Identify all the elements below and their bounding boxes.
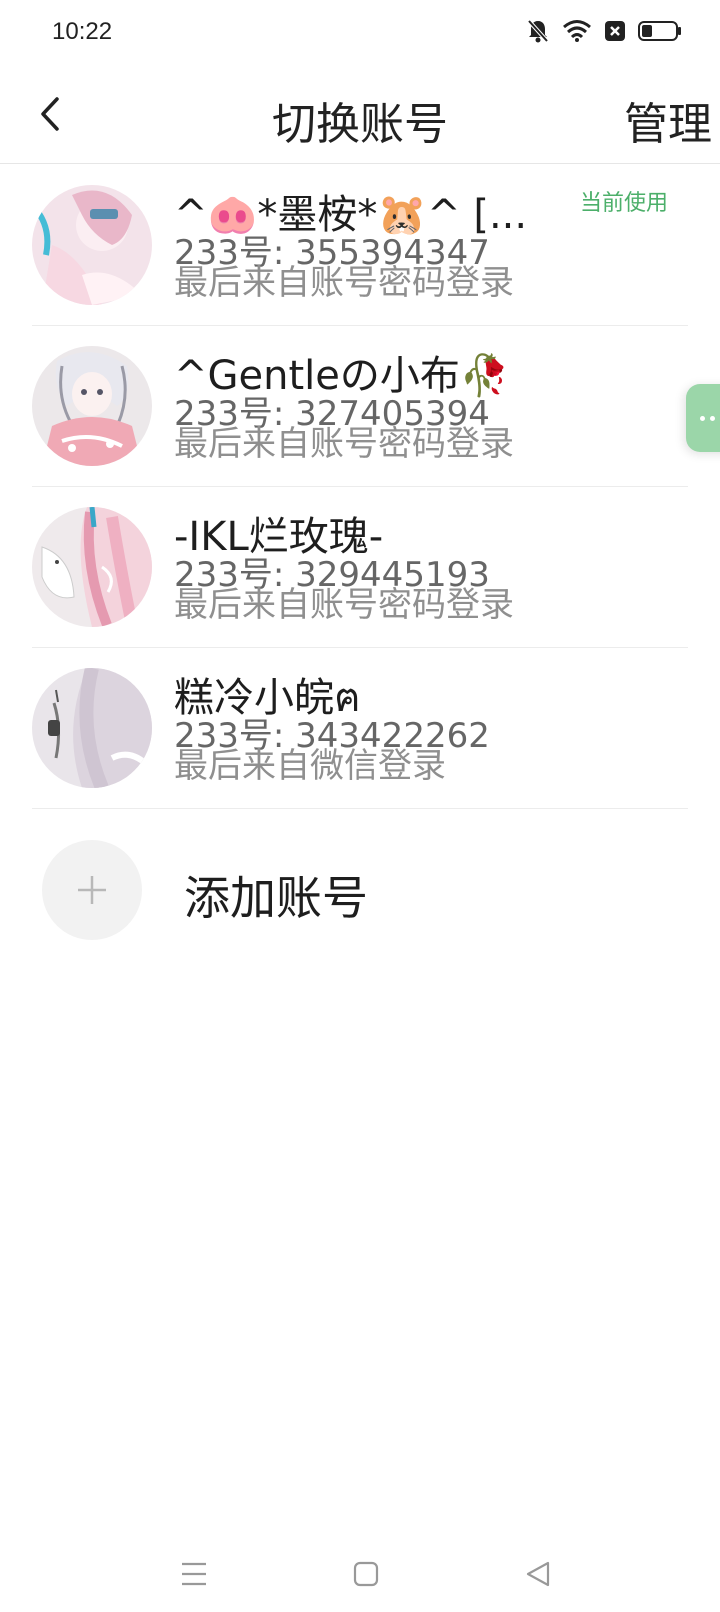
system-nav-bar — [0, 1540, 720, 1612]
account-item[interactable]: ^🐽*墨桉*🐹^ [... 233号: 355394347 最后来自账号密码登录… — [32, 165, 688, 326]
dot-icon — [700, 415, 705, 421]
battery-icon — [638, 21, 681, 41]
account-name: -IKL烂玫瑰- — [174, 514, 384, 560]
back-triangle-icon — [526, 1561, 550, 1587]
floating-assistant-bubble[interactable] — [686, 384, 720, 452]
account-name: ^Gentleの小布🥀 — [174, 353, 510, 399]
wifi-icon — [563, 20, 591, 42]
nav-back-button[interactable] — [518, 1554, 558, 1594]
account-login-source: 最后来自账号密码登录 — [174, 585, 514, 625]
add-account-label: 添加账号 — [184, 871, 368, 925]
notification-x-icon — [605, 21, 625, 41]
status-time: 10:22 — [52, 18, 113, 45]
add-account-button[interactable]: 添加账号 — [32, 810, 688, 960]
status-bar: 10:22 — [0, 0, 720, 64]
status-icons — [526, 18, 682, 44]
account-name: ^🐽*墨桉*🐹^ [... — [174, 192, 528, 238]
avatar — [32, 185, 152, 305]
bell-off-icon — [527, 19, 549, 43]
switch-account-screen: 10:22 切换账号 管理 ^🐽*墨桉*🐹^ [... 233号: 355394… — [0, 0, 720, 1612]
dot-icon — [710, 415, 715, 421]
account-item[interactable]: -IKL烂玫瑰- 233号: 329445193 最后来自账号密码登录 — [32, 487, 688, 648]
account-item[interactable]: 糕冷小皖ฅ 233号: 343422262 最后来自微信登录 — [32, 648, 688, 809]
page-title: 切换账号 — [272, 99, 448, 150]
home-square-icon — [353, 1561, 379, 1587]
account-name: 糕冷小皖ฅ — [174, 675, 361, 721]
current-account-badge: 当前使用 — [579, 191, 668, 216]
account-list: ^🐽*墨桉*🐹^ [... 233号: 355394347 最后来自账号密码登录… — [32, 165, 688, 809]
avatar — [32, 346, 152, 466]
nav-home-button[interactable] — [346, 1554, 386, 1594]
manage-button[interactable]: 管理 — [624, 88, 712, 152]
account-login-source: 最后来自账号密码登录 — [174, 263, 514, 303]
plus-icon — [78, 876, 106, 904]
avatar — [32, 507, 152, 627]
header-bar: 切换账号 管理 — [0, 64, 720, 164]
add-account-circle — [42, 840, 142, 940]
avatar — [32, 668, 152, 788]
account-login-source: 最后来自微信登录 — [174, 746, 446, 786]
account-item[interactable]: ^Gentleの小布🥀 233号: 327405394 最后来自账号密码登录 — [32, 326, 688, 487]
account-login-source: 最后来自账号密码登录 — [174, 424, 514, 464]
nav-menu-button[interactable] — [174, 1554, 214, 1594]
menu-icon — [182, 1562, 206, 1586]
